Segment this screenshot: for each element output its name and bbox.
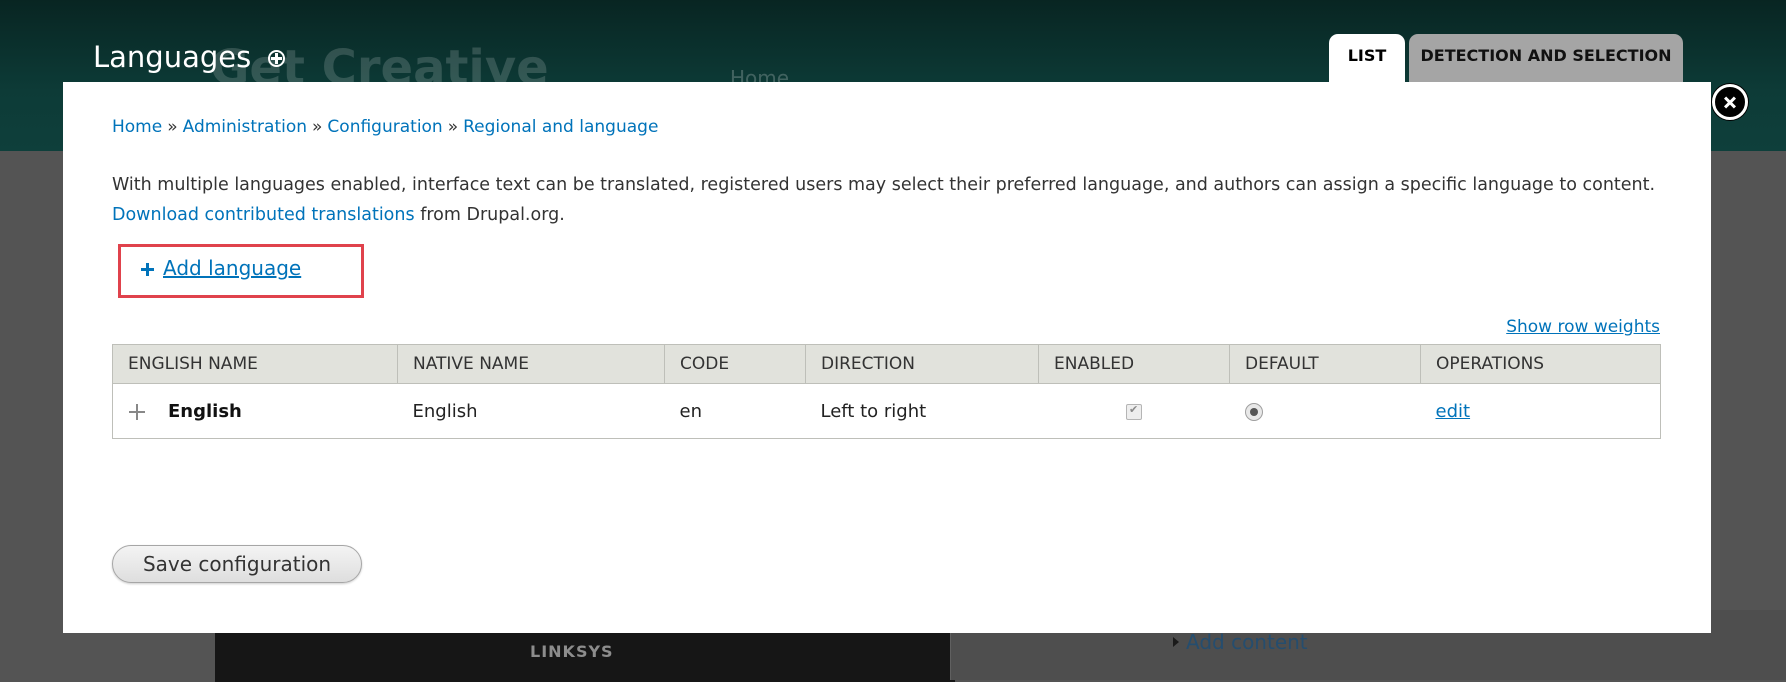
add-language-label: Add language <box>163 256 302 280</box>
add-language-button[interactable]: Add language <box>141 256 301 280</box>
close-icon[interactable] <box>1712 84 1748 120</box>
tab-detection-and-selection[interactable]: DETECTION AND SELECTION <box>1409 34 1683 83</box>
tab-list[interactable]: LIST <box>1329 34 1405 83</box>
page-description: With multiple languages enabled, interfa… <box>112 170 1672 230</box>
table-header-row: ENGLISH NAME NATIVE NAME CODE DIRECTION … <box>112 344 1661 384</box>
column-english-name: ENGLISH NAME <box>112 344 398 384</box>
background-add-content-link: Add content <box>1173 630 1308 654</box>
page-title: Languages <box>93 40 252 74</box>
languages-table: ENGLISH NAME NATIVE NAME CODE DIRECTION … <box>112 344 1661 439</box>
description-suffix: from Drupal.org. <box>420 205 565 225</box>
edit-link[interactable]: edit <box>1436 401 1471 422</box>
breadcrumb-separator: » <box>447 117 459 137</box>
column-code: CODE <box>664 344 806 384</box>
enabled-checkbox[interactable] <box>1126 403 1142 420</box>
cell-direction: Left to right <box>820 400 927 422</box>
show-row-weights-link[interactable]: Show row weights <box>1506 317 1660 337</box>
breadcrumb-separator: » <box>167 117 178 137</box>
cell-native-name: English <box>412 400 478 422</box>
breadcrumb-regional-and-language[interactable]: Regional and language <box>463 117 658 137</box>
save-configuration-button[interactable]: Save configuration <box>112 545 362 583</box>
column-enabled: ENABLED <box>1038 344 1230 384</box>
breadcrumb: Home» Administration» Configuration» Region… <box>112 117 658 137</box>
default-radio[interactable] <box>1244 402 1263 421</box>
breadcrumb-administration[interactable]: Administration <box>183 117 307 137</box>
column-default: DEFAULT <box>1229 344 1421 384</box>
background-product-brand: LINKSYS <box>530 642 614 661</box>
column-native-name: NATIVE NAME <box>397 344 665 384</box>
cell-english-name: English <box>113 384 398 439</box>
cell-enabled <box>1039 384 1230 439</box>
plus-icon <box>141 263 154 276</box>
drag-handle-icon[interactable] <box>128 403 146 421</box>
english-name-value: English <box>168 400 242 422</box>
table-row: English English en Left to right edit <box>113 384 1661 439</box>
column-direction: DIRECTION <box>805 344 1039 384</box>
breadcrumb-separator: » <box>312 117 323 137</box>
cell-operations: edit <box>1421 384 1661 439</box>
cell-code: en <box>679 400 702 422</box>
download-translations-link[interactable]: Download contributed translations <box>112 205 415 225</box>
breadcrumb-home[interactable]: Home <box>112 117 162 137</box>
cell-default <box>1230 384 1421 439</box>
column-operations: OPERATIONS <box>1420 344 1661 384</box>
circle-plus-icon[interactable] <box>268 50 285 67</box>
description-text: With multiple languages enabled, interfa… <box>112 175 1656 195</box>
breadcrumb-configuration[interactable]: Configuration <box>327 117 442 137</box>
